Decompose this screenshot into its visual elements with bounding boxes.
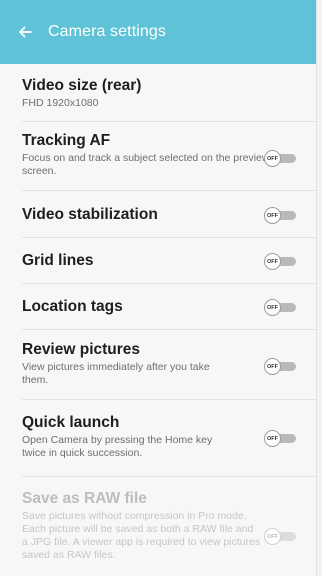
setting-description: Save pictures without compression in Pro… [22,510,261,561]
setting-description: Focus on and track a subject selected on… [22,152,270,177]
arrow-left-icon [19,26,32,38]
toggle-knob: OFF [264,528,281,545]
divider [22,121,316,122]
setting-label: Quick launch [22,414,120,431]
location-tags-toggle[interactable]: OFF [264,299,296,316]
video-stabilization-toggle[interactable]: OFF [264,207,296,224]
back-button[interactable] [14,21,36,43]
toggle-knob: OFF [264,299,281,316]
setting-video-size[interactable]: Video size (rear) FHD 1920x1080 [0,77,316,110]
app-bar: Camera settings [0,0,316,64]
review-pictures-toggle[interactable]: OFF [264,358,296,375]
setting-label: Grid lines [22,252,94,269]
setting-label: Location tags [22,298,123,315]
toggle-knob: OFF [264,358,281,375]
quick-launch-toggle[interactable]: OFF [264,430,296,447]
toggle-knob: OFF [264,430,281,447]
divider [22,237,316,238]
divider [22,399,316,400]
setting-description: View pictures immediately after you take… [22,361,210,386]
setting-label: Review pictures [22,341,141,358]
setting-save-as-raw: Save as RAW file Save pictures without c… [0,490,316,562]
setting-label: Video size (rear) [22,77,142,94]
setting-label: Tracking AF [22,132,111,149]
grid-lines-toggle[interactable]: OFF [264,253,296,270]
toggle-knob: OFF [264,253,281,270]
divider [22,476,316,477]
divider [22,190,316,191]
divider [22,283,316,284]
setting-value: FHD 1920x1080 [22,97,99,109]
setting-description: Open Camera by pressing the Home key twi… [22,434,213,459]
save-as-raw-toggle: OFF [264,528,296,545]
toggle-knob: OFF [264,150,281,167]
divider [22,329,316,330]
setting-label: Save as RAW file [22,490,147,507]
settings-screen: Camera settings Video size (rear) FHD 19… [0,0,317,576]
page-title: Camera settings [48,23,166,40]
toggle-knob: OFF [264,207,281,224]
setting-label: Video stabilization [22,206,158,223]
tracking-af-toggle[interactable]: OFF [264,150,296,167]
